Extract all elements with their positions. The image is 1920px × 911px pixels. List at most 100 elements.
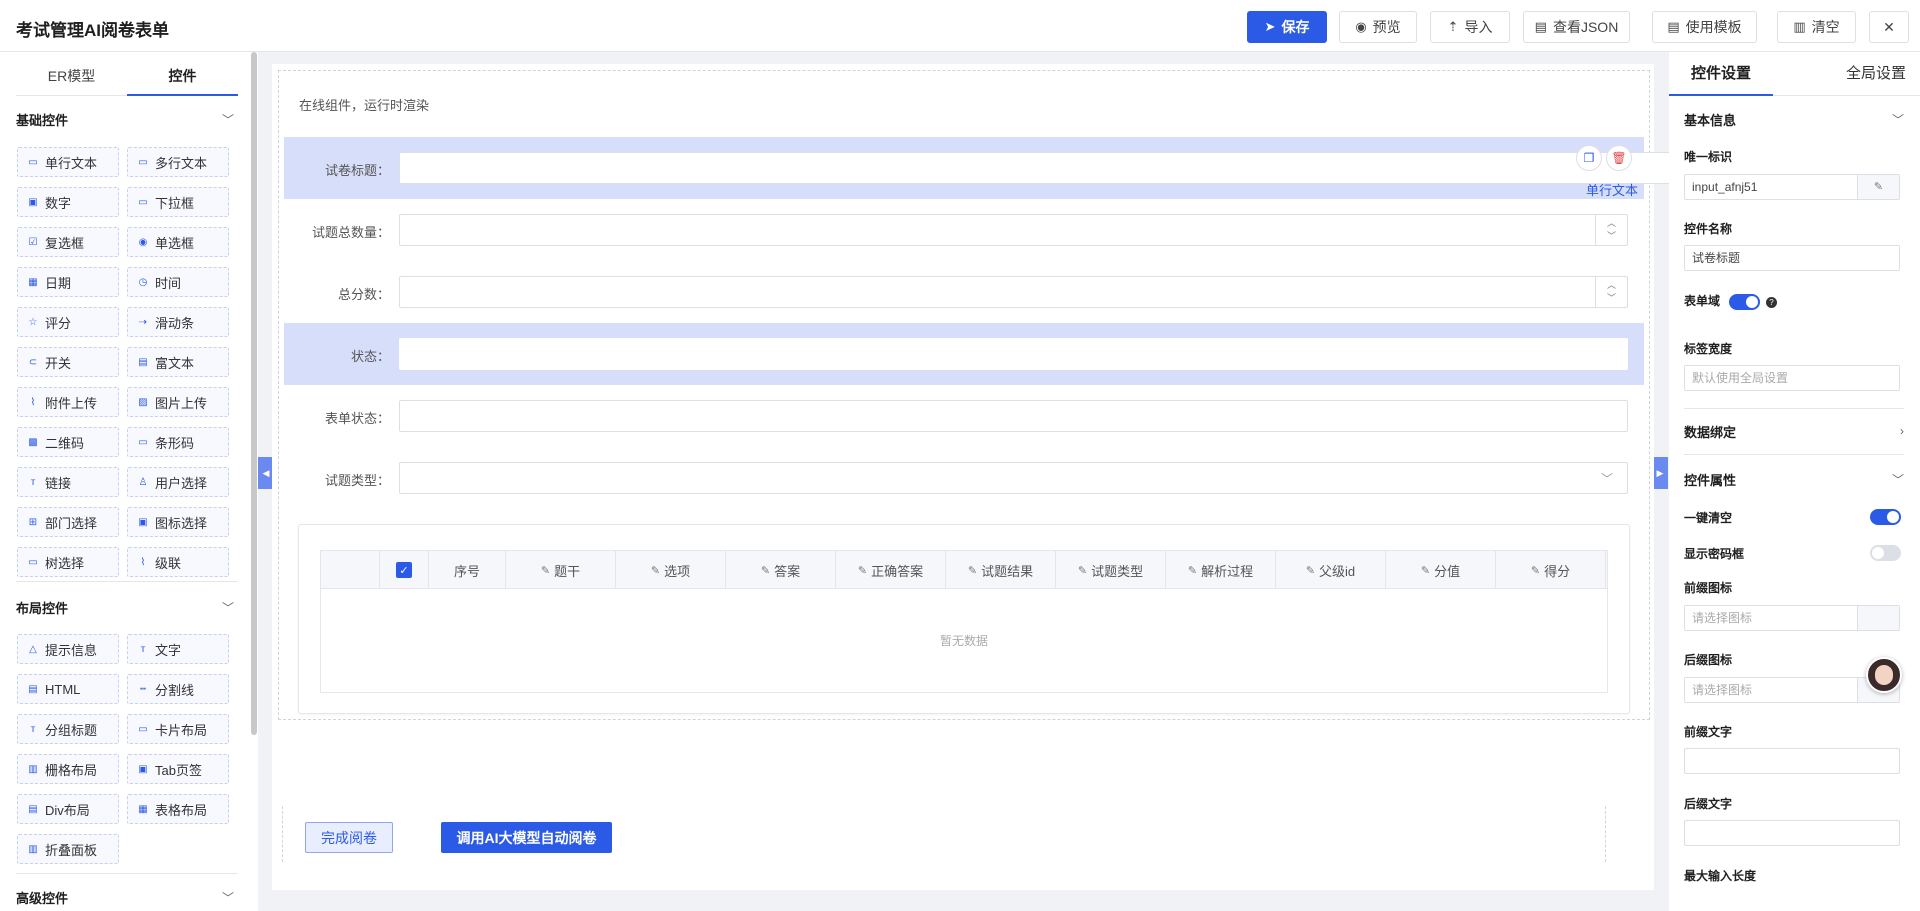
tab-controls[interactable]: 控件 bbox=[127, 60, 238, 96]
control-item[interactable]: ᴛ 文字 bbox=[127, 634, 229, 664]
control-item[interactable]: ▣ Tab页签 bbox=[127, 754, 229, 784]
table-column-header[interactable]: ✎ 父级id bbox=[1276, 551, 1386, 589]
control-item[interactable]: ᴛ 分组标题 bbox=[17, 714, 119, 744]
chevron-down-icon[interactable]: ﹀ bbox=[1607, 292, 1616, 305]
control-item[interactable]: ⌇ 级联 bbox=[127, 547, 229, 577]
delete-icon[interactable]: 🗑 bbox=[1606, 145, 1632, 171]
control-item[interactable]: ▤ 富文本 bbox=[127, 347, 229, 377]
paper-title-input[interactable] bbox=[399, 152, 1707, 184]
control-item[interactable]: ┅ 分割线 bbox=[127, 674, 229, 704]
control-item[interactable]: ▦ 表格布局 bbox=[127, 794, 229, 824]
total-score-input[interactable]: ︿ ﹀ bbox=[399, 276, 1628, 308]
basic-controls-header[interactable]: 基础控件 ﹀ bbox=[16, 107, 234, 131]
control-item[interactable]: ▣ 数字 bbox=[17, 187, 119, 217]
control-item[interactable]: ▥ 栅格布局 bbox=[17, 754, 119, 784]
chevron-up-icon[interactable]: ︿ bbox=[1607, 279, 1616, 292]
number-stepper[interactable]: ︿ ﹀ bbox=[1595, 277, 1627, 307]
control-item[interactable]: ▤ HTML bbox=[17, 674, 119, 704]
control-item[interactable]: △ 提示信息 bbox=[17, 634, 119, 664]
number-stepper[interactable]: ︿ ﹀ bbox=[1595, 215, 1627, 245]
clearable-toggle[interactable] bbox=[1870, 509, 1901, 525]
control-item[interactable]: ♙ 用户选择 bbox=[127, 467, 229, 497]
control-item[interactable]: ▣ 图标选择 bbox=[127, 507, 229, 537]
field-row-status[interactable]: 状态： bbox=[284, 323, 1644, 385]
preview-button[interactable]: ◉ 预览 bbox=[1339, 11, 1417, 43]
finish-grading-button[interactable]: 完成阅卷 bbox=[305, 822, 393, 853]
import-button[interactable]: ⇡ 导入 bbox=[1430, 11, 1510, 43]
control-item[interactable]: ▭ 树选择 bbox=[17, 547, 119, 577]
control-name-field[interactable]: 试卷标题 bbox=[1684, 245, 1900, 271]
collapse-right-icon[interactable]: ▶ bbox=[1652, 457, 1668, 489]
chevron-down-icon[interactable]: ﹀ bbox=[1607, 230, 1616, 243]
control-item[interactable]: ▦ 日期 bbox=[17, 267, 119, 297]
question-count-input[interactable]: ︿ ﹀ bbox=[399, 214, 1628, 246]
field-label: 试题总数量： bbox=[311, 225, 390, 240]
table-column-header[interactable]: ✎ 题干 bbox=[506, 551, 616, 589]
form-field-toggle[interactable] bbox=[1729, 294, 1760, 310]
control-item[interactable]: ▭ 单行文本 bbox=[17, 147, 119, 177]
unique-id-field[interactable]: input_afnj51 ✎ bbox=[1684, 174, 1900, 200]
save-button[interactable]: ➤ 保存 bbox=[1247, 11, 1327, 43]
copy-icon[interactable]: ❐ bbox=[1576, 145, 1602, 171]
form-status-input[interactable] bbox=[399, 400, 1628, 432]
table-column-header[interactable]: ✎ 试题类型 bbox=[1056, 551, 1166, 589]
suffix-text-input[interactable] bbox=[1684, 820, 1900, 846]
table-column-header[interactable]: ✎ 解析过程 bbox=[1166, 551, 1276, 589]
control-item[interactable]: ▭ 多行文本 bbox=[127, 147, 229, 177]
layout-controls-header[interactable]: 布局控件 ﹀ bbox=[16, 595, 234, 619]
table-column-header[interactable]: 序号 bbox=[429, 551, 506, 589]
status-input[interactable] bbox=[399, 338, 1628, 370]
chevron-up-icon[interactable]: ︿ bbox=[1607, 217, 1616, 230]
table-column-header[interactable]: ✎ 得分 bbox=[1496, 551, 1606, 589]
control-item[interactable]: ▨ 图片上传 bbox=[127, 387, 229, 417]
tab-global-settings[interactable]: 全局设置 bbox=[1841, 52, 1911, 96]
control-props-header[interactable]: 控件属性 ﹀ bbox=[1684, 467, 1904, 491]
control-item[interactable]: ⌇ 附件上传 bbox=[17, 387, 119, 417]
basic-info-header[interactable]: 基本信息 ﹀ bbox=[1684, 107, 1904, 131]
tab-control-settings[interactable]: 控件设置 bbox=[1669, 52, 1773, 96]
icon-picker-button[interactable] bbox=[1857, 606, 1899, 630]
prefix-icon-input[interactable]: 请选择图标 bbox=[1684, 605, 1900, 631]
control-item[interactable]: ⊞ 部门选择 bbox=[17, 507, 119, 537]
control-item[interactable]: ◷ 时间 bbox=[127, 267, 229, 297]
help-icon[interactable]: ? bbox=[1766, 297, 1777, 308]
control-item[interactable]: ◉ 单选框 bbox=[127, 227, 229, 257]
edit-icon[interactable]: ✎ bbox=[1857, 175, 1899, 199]
table-column-header[interactable]: ✎ 试题结果 bbox=[946, 551, 1056, 589]
control-item[interactable]: ▤ Div布局 bbox=[17, 794, 119, 824]
use-template-button[interactable]: ▤ 使用模板 bbox=[1652, 11, 1757, 43]
control-item[interactable]: ᴛ 链接 bbox=[17, 467, 119, 497]
clear-button[interactable]: ▥ 清空 bbox=[1777, 11, 1856, 43]
tab-er-model[interactable]: ER模型 bbox=[16, 60, 127, 96]
data-binding-header[interactable]: 数据绑定 › bbox=[1684, 419, 1904, 443]
table-column-header[interactable]: ✎ 正确答案 bbox=[836, 551, 946, 589]
show-password-toggle[interactable] bbox=[1870, 545, 1901, 561]
prefix-text-input[interactable] bbox=[1684, 748, 1900, 774]
field-row-question-count[interactable]: 试题总数量： ︿ ﹀ bbox=[284, 199, 1644, 261]
field-row-form-status[interactable]: 表单状态： bbox=[284, 385, 1644, 447]
control-item[interactable]: ▭ 卡片布局 bbox=[127, 714, 229, 744]
label-width-input[interactable]: 默认使用全局设置 bbox=[1684, 365, 1900, 391]
field-row-question-type[interactable]: 试题类型： ﹀ bbox=[284, 447, 1644, 509]
control-item[interactable]: ▭ 下拉框 bbox=[127, 187, 229, 217]
field-row-paper-title[interactable]: 试卷标题： ❐ 🗑 单行文本 bbox=[284, 137, 1707, 199]
view-json-button[interactable]: ▤ 查看JSON bbox=[1523, 11, 1630, 43]
select-all-checkbox[interactable]: ✓ bbox=[380, 551, 429, 589]
ai-grading-button[interactable]: 调用AI大模型自动阅卷 bbox=[441, 822, 612, 853]
assistant-avatar[interactable] bbox=[1866, 657, 1902, 693]
control-item[interactable]: ▥ 折叠面板 bbox=[17, 834, 119, 864]
control-item[interactable]: ▩ 二维码 bbox=[17, 427, 119, 457]
left-scrollbar[interactable] bbox=[251, 52, 257, 735]
table-column-header[interactable]: ✎ 答案 bbox=[726, 551, 836, 589]
control-item[interactable]: ⊂ 开关 bbox=[17, 347, 119, 377]
control-item[interactable]: ▭ 条形码 bbox=[127, 427, 229, 457]
control-item[interactable]: ⇢ 滑动条 bbox=[127, 307, 229, 337]
question-type-select[interactable]: ﹀ bbox=[399, 462, 1628, 494]
table-column-header[interactable]: ✎ 选项 bbox=[616, 551, 726, 589]
field-row-total-score[interactable]: 总分数： ︿ ﹀ bbox=[284, 261, 1644, 323]
control-item[interactable]: ☆ 评分 bbox=[17, 307, 119, 337]
control-item[interactable]: ☑ 复选框 bbox=[17, 227, 119, 257]
advanced-controls-header[interactable]: 高级控件 ﹀ bbox=[16, 885, 234, 909]
table-column-header[interactable]: ✎ 分值 bbox=[1386, 551, 1496, 589]
close-button[interactable]: ✕ bbox=[1869, 11, 1909, 43]
